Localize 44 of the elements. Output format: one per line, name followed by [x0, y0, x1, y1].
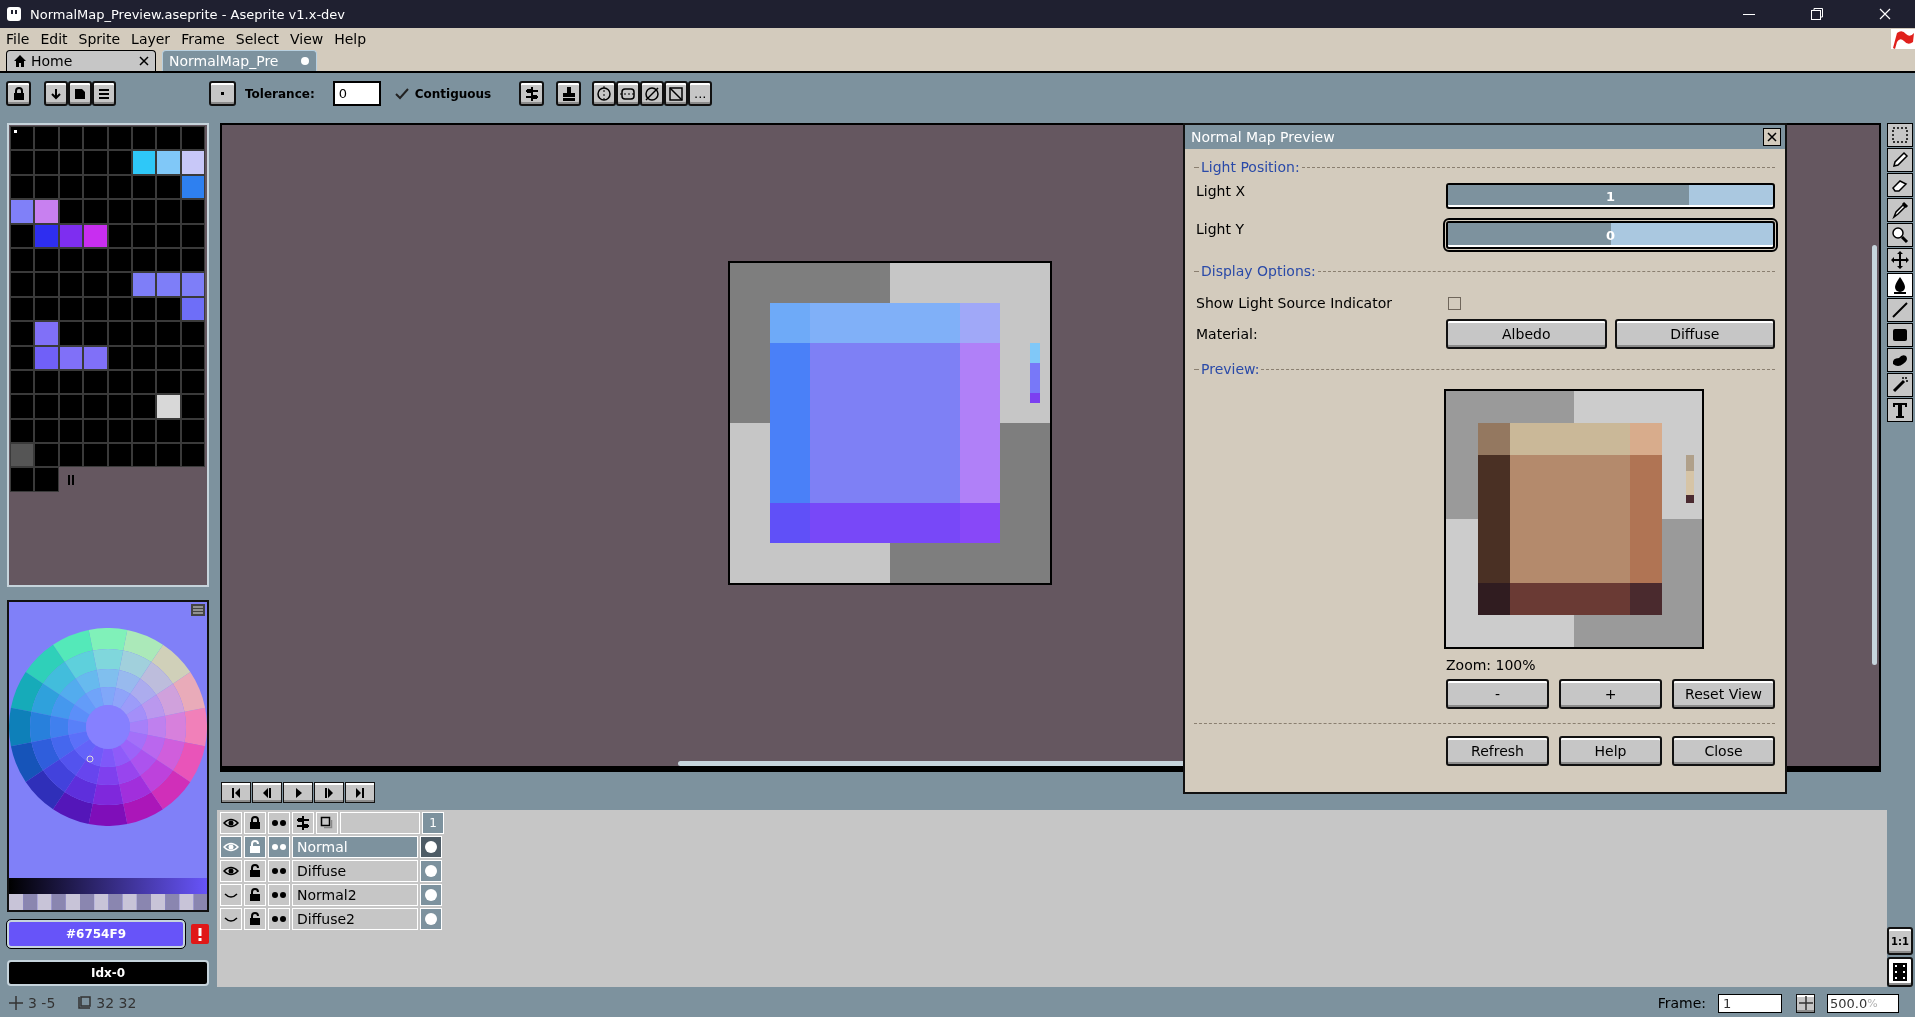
menu-item[interactable]: Select [233, 29, 288, 49]
material-label: Material: [1195, 326, 1259, 342]
dialog-button[interactable]: Help [1559, 736, 1662, 766]
zoom-reset-button[interactable]: 1:1 [1887, 927, 1913, 955]
material-button[interactable]: Diffuse [1614, 319, 1775, 349]
menu-item[interactable]: Layer [129, 29, 180, 49]
tab[interactable]: Home [6, 50, 156, 71]
zoom-level: Zoom: 100% [1446, 657, 1537, 673]
dialog-button[interactable]: Close [1672, 736, 1775, 766]
material-button[interactable]: Albedo [1446, 319, 1607, 349]
menu-item[interactable]: File [4, 29, 39, 49]
layer-name[interactable]: Normal2 [292, 884, 418, 906]
tolerance-label: Tolerance: [245, 86, 315, 101]
menu-item[interactable]: Sprite [76, 29, 130, 49]
slider-label: Light Y [1195, 221, 1245, 237]
layer-name[interactable]: Diffuse [292, 860, 418, 882]
window-title: NormalMap_Preview.aseprite - Aseprite v1.x-dev [30, 6, 347, 22]
zoom-button[interactable]: - [1446, 679, 1549, 709]
section-heading: Preview: [1201, 361, 1260, 377]
cursor-position: 3 -5 [28, 995, 56, 1011]
zoom-button[interactable]: + [1559, 679, 1662, 709]
section-heading: Light Position: [1201, 159, 1300, 175]
menu-item[interactable]: View [287, 29, 333, 49]
frame-label: Frame: [1657, 995, 1706, 1011]
color-field[interactable]: #6754F9 [7, 920, 185, 948]
layer-name[interactable]: Diffuse2 [292, 908, 418, 930]
dialog-title: Normal Map Preview [1191, 129, 1336, 145]
menu-item[interactable]: Frame [179, 29, 234, 49]
menu-item[interactable]: Help [332, 29, 376, 49]
sprite-size: 32 32 [96, 995, 137, 1011]
more-button[interactable]: ... [688, 81, 713, 106]
menu-item[interactable]: Edit [38, 29, 77, 49]
frame-field[interactable]: 1 [1718, 993, 1782, 1013]
contiguous-label: Contiguous [414, 86, 492, 101]
tolerance-field[interactable]: 0 [332, 81, 381, 106]
dialog-button[interactable]: Refresh [1446, 736, 1549, 766]
slider-label: Light X [1195, 183, 1246, 199]
zoom-value: 500.0 [1830, 995, 1868, 1011]
section-heading: Display Options: [1201, 263, 1316, 279]
option-label: Show Light Source Indicator [1195, 295, 1393, 311]
zoom-field[interactable]: 500.0% [1827, 993, 1899, 1013]
index-field[interactable]: Idx-0 [7, 960, 209, 986]
zoom-button[interactable]: Reset View [1672, 679, 1775, 709]
zoom-unit: % [1867, 996, 1878, 1010]
